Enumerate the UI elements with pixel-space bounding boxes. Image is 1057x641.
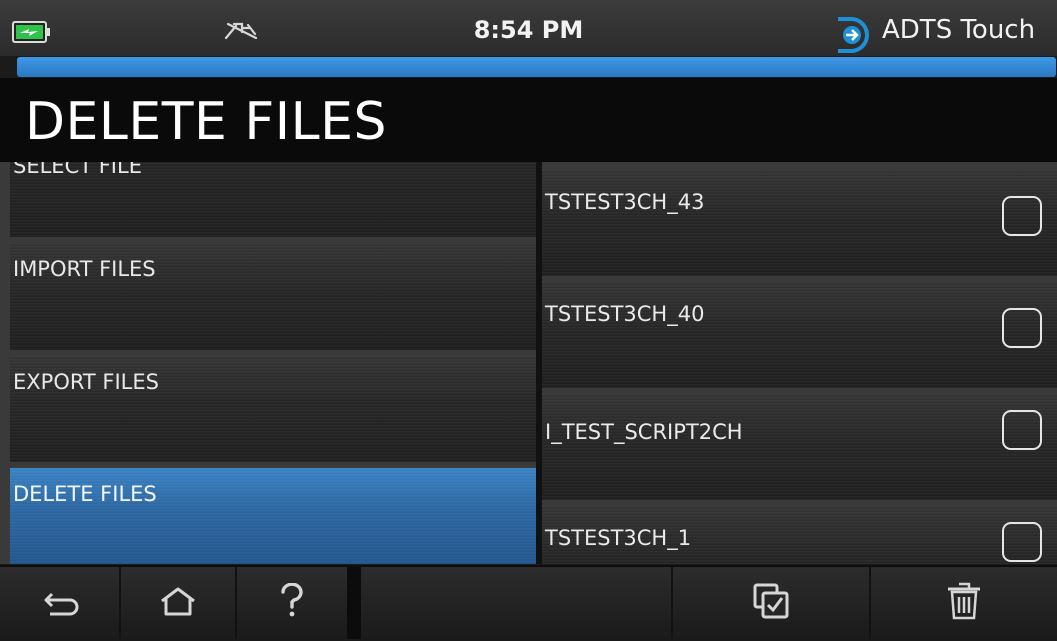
file-checkbox[interactable] (1002, 522, 1042, 562)
file-name: TSTEST3CH_43 (545, 190, 705, 214)
delete-icon (945, 580, 983, 626)
menu-item-export-files[interactable]: EXPORT FILES (10, 356, 536, 462)
status-bar: 8:54 PM ADTS Touch (0, 0, 1057, 56)
help-icon (277, 582, 307, 623)
menu-item-label: IMPORT FILES (13, 257, 156, 281)
file-checkbox[interactable] (1002, 410, 1042, 450)
menu-item-label: DELETE FILES (13, 482, 157, 506)
file-row[interactable]: I_TEST_SCRIPT2CH (542, 394, 1057, 500)
file-name: I_TEST_SCRIPT2CH (545, 420, 743, 444)
back-icon (40, 586, 80, 620)
menu-item-label: EXPORT FILES (13, 370, 159, 394)
side-menu: SELECT FILE IMPORT FILES EXPORT FILES DE… (0, 162, 540, 564)
file-row[interactable]: TSTEST3CH_43 (542, 170, 1057, 276)
home-button[interactable] (121, 567, 235, 639)
home-icon (157, 585, 199, 621)
file-row[interactable]: TSTEST3CH_1 (542, 506, 1057, 564)
file-name: TSTEST3CH_40 (545, 302, 705, 326)
select-all-icon (751, 581, 791, 625)
file-list[interactable]: TSTEST3CH_43 TSTEST3CH_40 I_TEST_SCRIPT2… (542, 162, 1057, 564)
brand-logo-icon (833, 16, 871, 58)
file-row[interactable]: TSTEST3CH_40 (542, 282, 1057, 388)
back-button[interactable] (0, 567, 119, 639)
file-name: TSTEST3CH_1 (545, 526, 692, 550)
toolbar-separator (347, 567, 361, 639)
menu-item-select-file[interactable]: SELECT FILE (10, 162, 536, 237)
brand-name: ADTS Touch (882, 15, 1036, 45)
help-button[interactable] (237, 567, 347, 639)
file-checkbox[interactable] (1002, 308, 1042, 348)
menu-item-delete-files[interactable]: DELETE FILES (10, 468, 536, 564)
toolbar-separator (671, 567, 673, 639)
page-title: DELETE FILES (25, 92, 387, 152)
delete-button[interactable] (871, 567, 1057, 639)
bottom-toolbar (0, 565, 1057, 641)
menu-item-import-files[interactable]: IMPORT FILES (10, 243, 536, 350)
select-all-button[interactable] (673, 567, 869, 639)
accent-bar (17, 57, 1056, 77)
file-checkbox[interactable] (1002, 196, 1042, 236)
menu-item-label: SELECT FILE (13, 162, 142, 178)
